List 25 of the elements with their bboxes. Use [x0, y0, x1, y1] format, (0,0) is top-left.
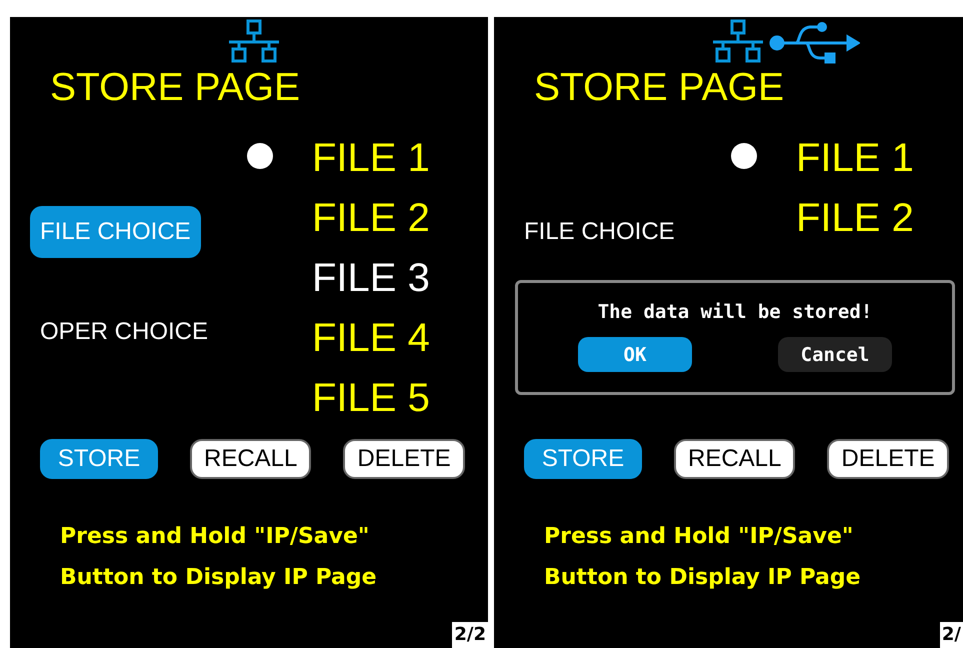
file-item[interactable]: FILE 4 — [312, 315, 430, 361]
operation-button[interactable]: DELETE — [343, 439, 465, 479]
file-item[interactable]: FILE 2 — [796, 195, 914, 241]
network-icon — [228, 18, 280, 64]
page-indicator: 2/ — [940, 622, 963, 648]
page-title: STORE PAGE — [533, 66, 784, 110]
page-title: STORE PAGE — [49, 66, 300, 110]
file-item[interactable]: FILE 1 — [796, 135, 914, 181]
help-text: Press and Hold "IP/Save" — [60, 523, 370, 551]
choice-option[interactable]: OPER CHOICE — [30, 306, 218, 358]
help-text: Button to Display IP Page — [544, 564, 861, 592]
help-text: Press and Hold "IP/Save" — [544, 523, 854, 551]
operation-button[interactable]: RECALL — [190, 439, 312, 479]
help-text: Button to Display IP Page — [60, 564, 377, 592]
dialog-message: The data will be stored! — [598, 301, 872, 323]
operation-button[interactable]: DELETE — [827, 439, 949, 479]
file-item[interactable]: FILE 1 — [312, 135, 430, 181]
file-item[interactable]: FILE 2 — [312, 195, 430, 241]
choice-option[interactable]: FILE CHOICE — [514, 206, 685, 258]
file-item[interactable]: FILE 5 — [312, 375, 430, 421]
operation-button[interactable]: RECALL — [674, 439, 796, 479]
page-indicator: 2/2 — [452, 622, 488, 648]
network-icon — [712, 18, 764, 64]
dialog-button[interactable]: Cancel — [778, 337, 892, 372]
file-item[interactable]: FILE 3 — [312, 255, 430, 301]
